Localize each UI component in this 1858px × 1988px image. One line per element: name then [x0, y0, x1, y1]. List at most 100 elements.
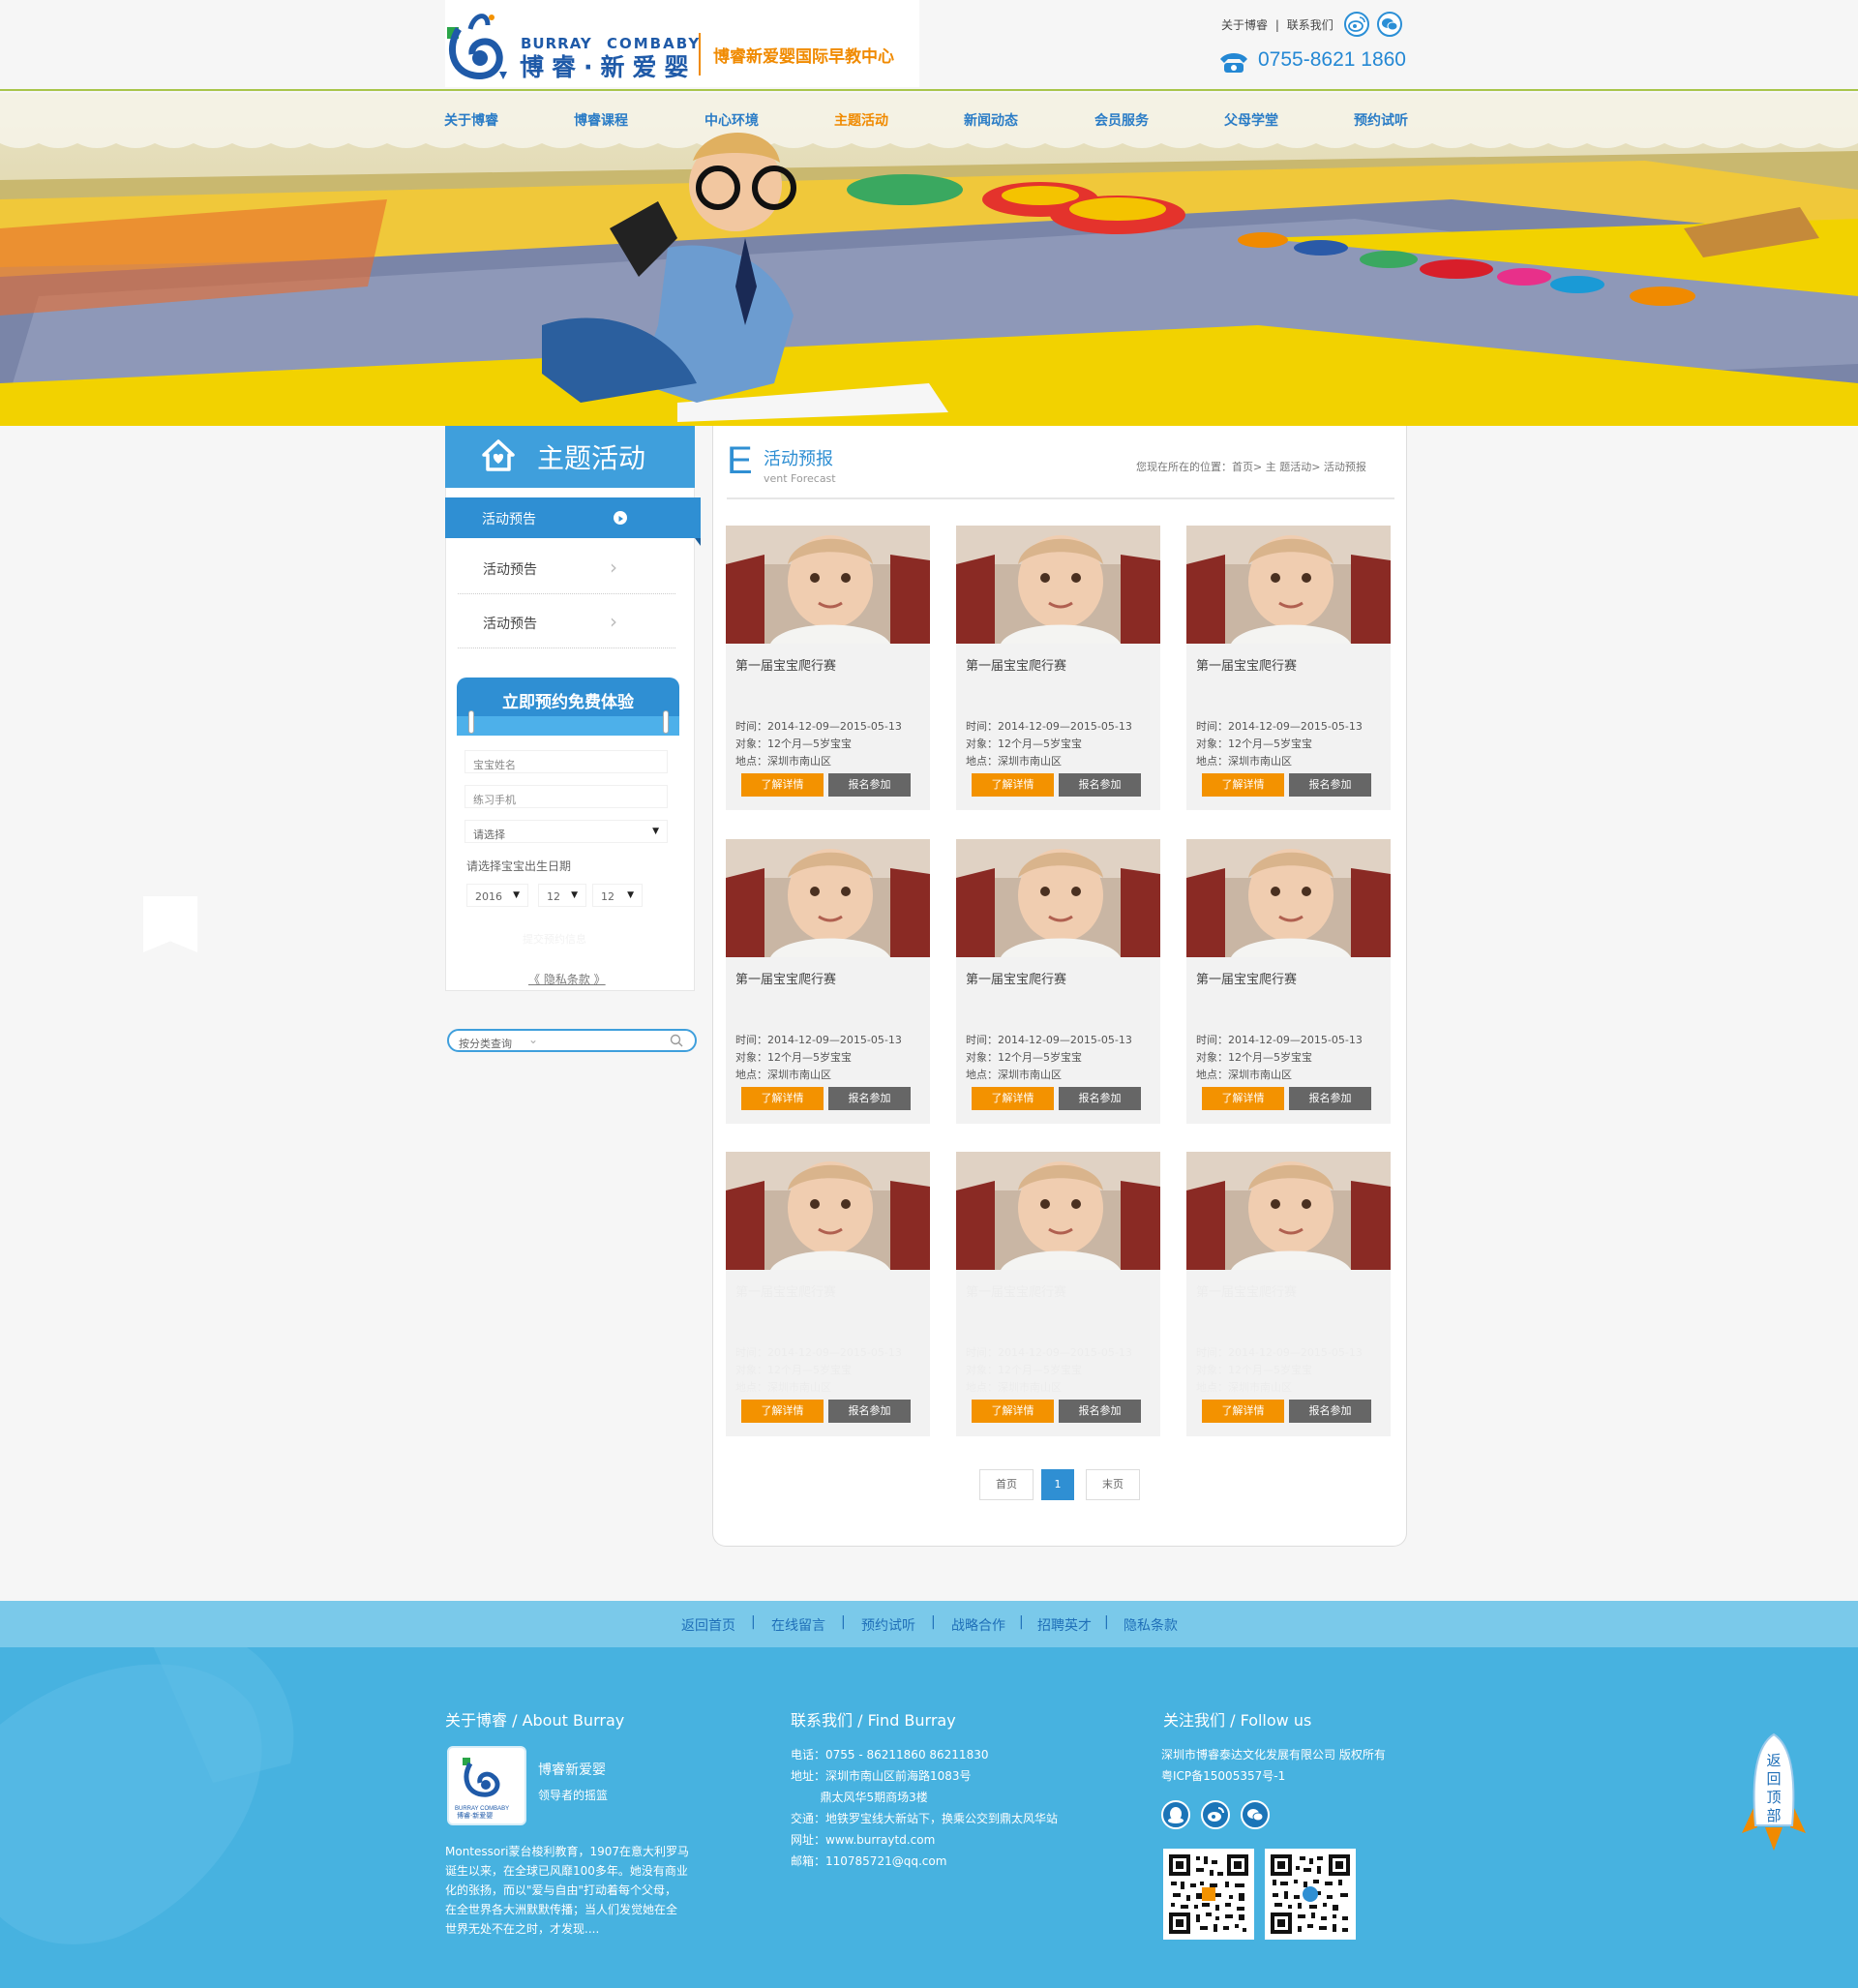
ribbon-fold	[695, 538, 701, 546]
weibo-icon[interactable]	[1344, 12, 1369, 37]
baby-name-input[interactable]: 宝宝姓名	[464, 750, 668, 773]
activity-signup-button[interactable]: 报名参加	[828, 1400, 911, 1423]
category-search[interactable]: 按分类查询 ⌄	[447, 1029, 697, 1052]
birth-day-select[interactable]: 12 ▼	[592, 884, 643, 907]
top-link-separator: |	[1274, 18, 1279, 32]
activity-card[interactable]: 第一届宝宝爬行赛 时间：2014-12-09—2015-05-13 对象：12个月—…	[956, 526, 1160, 810]
sidebar-item-3[interactable]: 活动预告 ›	[458, 594, 675, 648]
footer-follow-title: 关注我们 / Follow us	[1163, 1711, 1312, 1730]
activity-signup-button[interactable]: 报名参加	[1059, 1087, 1141, 1110]
activity-signup-button[interactable]: 报名参加	[1289, 1087, 1371, 1110]
footer-contact-website[interactable]: 网址：www.burraytd.com	[791, 1831, 935, 1848]
activity-photo[interactable]	[726, 526, 930, 644]
activity-photo[interactable]	[726, 1152, 930, 1270]
footer-link-partner[interactable]: 战略合作	[951, 1615, 1005, 1635]
activity-target: 对象：12个月—5岁宝宝	[1196, 1364, 1312, 1376]
activity-detail-button[interactable]: 了解详情	[741, 1087, 824, 1110]
breadcrumb: 您现在所在的位置：首页> 主 题活动> 活动预报	[1136, 461, 1366, 473]
nav-environment[interactable]: 中心环境	[704, 110, 759, 130]
activity-photo[interactable]	[1186, 1152, 1391, 1270]
activity-detail-button[interactable]: 了解详情	[741, 1400, 824, 1423]
activity-title[interactable]: 第一届宝宝爬行赛	[966, 969, 1066, 987]
activity-time: 时间：2014-12-09—2015-05-13	[966, 1346, 1132, 1359]
footer-link-jobs[interactable]: 招聘英才	[1037, 1615, 1092, 1635]
activity-card[interactable]: 第一届宝宝爬行赛 时间：2014-12-09—2015-05-13 对象：12个月—…	[1186, 526, 1391, 810]
nav-members[interactable]: 会员服务	[1094, 110, 1149, 130]
pagination-first[interactable]: 首页	[979, 1469, 1034, 1500]
activity-title[interactable]: 第一届宝宝爬行赛	[966, 1281, 1066, 1300]
pagination-current-page[interactable]: 1	[1041, 1469, 1074, 1500]
activity-title[interactable]: 第一届宝宝爬行赛	[735, 1281, 836, 1300]
activity-signup-button[interactable]: 报名参加	[1289, 773, 1371, 797]
activity-photo[interactable]	[1186, 839, 1391, 957]
search-icon[interactable]	[670, 1034, 683, 1047]
activity-photo[interactable]	[956, 1152, 1160, 1270]
activity-title[interactable]: 第一届宝宝爬行赛	[1196, 1281, 1297, 1300]
activity-title[interactable]: 第一届宝宝爬行赛	[735, 655, 836, 674]
birth-year-select[interactable]: 2016 ▼	[466, 884, 528, 907]
privacy-link[interactable]: 《 隐私条款 》	[528, 971, 606, 987]
activity-detail-button[interactable]: 了解详情	[1202, 1400, 1284, 1423]
sidebar-item-2[interactable]: 活动预告 ›	[458, 540, 675, 594]
activity-photo[interactable]	[726, 839, 930, 957]
footer-link-privacy[interactable]: 隐私条款	[1124, 1615, 1178, 1635]
activity-photo[interactable]	[1186, 526, 1391, 644]
birth-month-select[interactable]: 12 ▼	[538, 884, 586, 907]
submit-booking-button[interactable]: 提交预约信息	[523, 931, 586, 947]
nav-parents[interactable]: 父母学堂	[1224, 110, 1278, 130]
activity-detail-button[interactable]: 了解详情	[972, 773, 1054, 797]
activity-signup-button[interactable]: 报名参加	[828, 1087, 911, 1110]
activity-place: 地点：深圳市南山区	[735, 1069, 831, 1081]
activity-signup-button[interactable]: 报名参加	[828, 773, 911, 797]
pagination-last[interactable]: 末页	[1086, 1469, 1140, 1500]
activity-detail-button[interactable]: 了解详情	[741, 773, 824, 797]
activity-detail-button[interactable]: 了解详情	[972, 1087, 1054, 1110]
activity-card[interactable]: 第一届宝宝爬行赛 时间：2014-12-09—2015-05-13 对象：12个月—…	[726, 1152, 930, 1436]
activity-card[interactable]: 第一届宝宝爬行赛 时间：2014-12-09—2015-05-13 对象：12个月—…	[1186, 839, 1391, 1124]
top-link-about[interactable]: 关于博睿	[1221, 18, 1268, 32]
activity-card[interactable]: 第一届宝宝爬行赛 时间：2014-12-09—2015-05-13 对象：12个月—…	[956, 1152, 1160, 1436]
sidebar-item-1-active[interactable]: 活动预告	[445, 497, 701, 546]
qq-icon[interactable]	[1161, 1800, 1190, 1829]
activity-title[interactable]: 第一届宝宝爬行赛	[966, 655, 1066, 674]
center-select[interactable]: 请选择 ▼	[464, 820, 668, 843]
activity-card[interactable]: 第一届宝宝爬行赛 时间：2014-12-09—2015-05-13 对象：12个月—…	[726, 839, 930, 1124]
activity-card[interactable]: 第一届宝宝爬行赛 时间：2014-12-09—2015-05-13 对象：12个月—…	[1186, 1152, 1391, 1436]
nav-trial[interactable]: 预约试听	[1354, 110, 1408, 130]
activity-detail-button[interactable]: 了解详情	[972, 1400, 1054, 1423]
activity-card[interactable]: 第一届宝宝爬行赛 时间：2014-12-09—2015-05-13 对象：12个月—…	[956, 839, 1160, 1124]
footer-link-trial[interactable]: 预约试听	[861, 1615, 915, 1635]
footer-link-home[interactable]: 返回首页	[681, 1615, 735, 1635]
activity-title[interactable]: 第一届宝宝爬行赛	[735, 969, 836, 987]
birth-month-value: 12	[547, 890, 560, 903]
activity-signup-button[interactable]: 报名参加	[1289, 1400, 1371, 1423]
activity-title[interactable]: 第一届宝宝爬行赛	[1196, 655, 1297, 674]
nav-about[interactable]: 关于博睿	[444, 110, 498, 130]
phone-input[interactable]: 练习手机	[464, 785, 668, 808]
activity-signup-button[interactable]: 报名参加	[1059, 1400, 1141, 1423]
birth-date-label: 请选择宝宝出生日期	[466, 859, 572, 873]
nav-activities[interactable]: 主题活动	[834, 110, 888, 130]
sidebar-item-label: 活动预告	[482, 512, 536, 527]
footer-contact-email[interactable]: 邮箱：110785721@qq.com	[791, 1852, 946, 1869]
activity-signup-button[interactable]: 报名参加	[1059, 773, 1141, 797]
logo-icon[interactable]	[445, 8, 523, 81]
back-to-top-label[interactable]: 返回顶部	[1766, 1752, 1782, 1825]
brand-cn-name: 博睿·新爱婴	[520, 53, 697, 81]
activity-card[interactable]: 第一届宝宝爬行赛 时间：2014-12-09—2015-05-13 对象：12个月—…	[726, 526, 930, 810]
footer-link-message[interactable]: 在线留言	[771, 1615, 825, 1635]
activity-photo[interactable]	[956, 526, 1160, 644]
activity-photo[interactable]	[956, 839, 1160, 957]
weibo-icon[interactable]	[1201, 1800, 1230, 1829]
floating-bookmark[interactable]	[143, 896, 197, 952]
top-link-contact[interactable]: 联系我们	[1287, 18, 1334, 32]
nav-courses[interactable]: 博睿课程	[574, 110, 628, 130]
brand-divider	[699, 33, 701, 75]
activity-detail-button[interactable]: 了解详情	[1202, 773, 1284, 797]
activity-title[interactable]: 第一届宝宝爬行赛	[1196, 969, 1297, 987]
booking-binder-strip	[457, 716, 679, 736]
wechat-icon[interactable]	[1241, 1800, 1270, 1829]
wechat-icon[interactable]	[1377, 12, 1402, 37]
activity-detail-button[interactable]: 了解详情	[1202, 1087, 1284, 1110]
nav-news[interactable]: 新闻动态	[964, 110, 1018, 130]
